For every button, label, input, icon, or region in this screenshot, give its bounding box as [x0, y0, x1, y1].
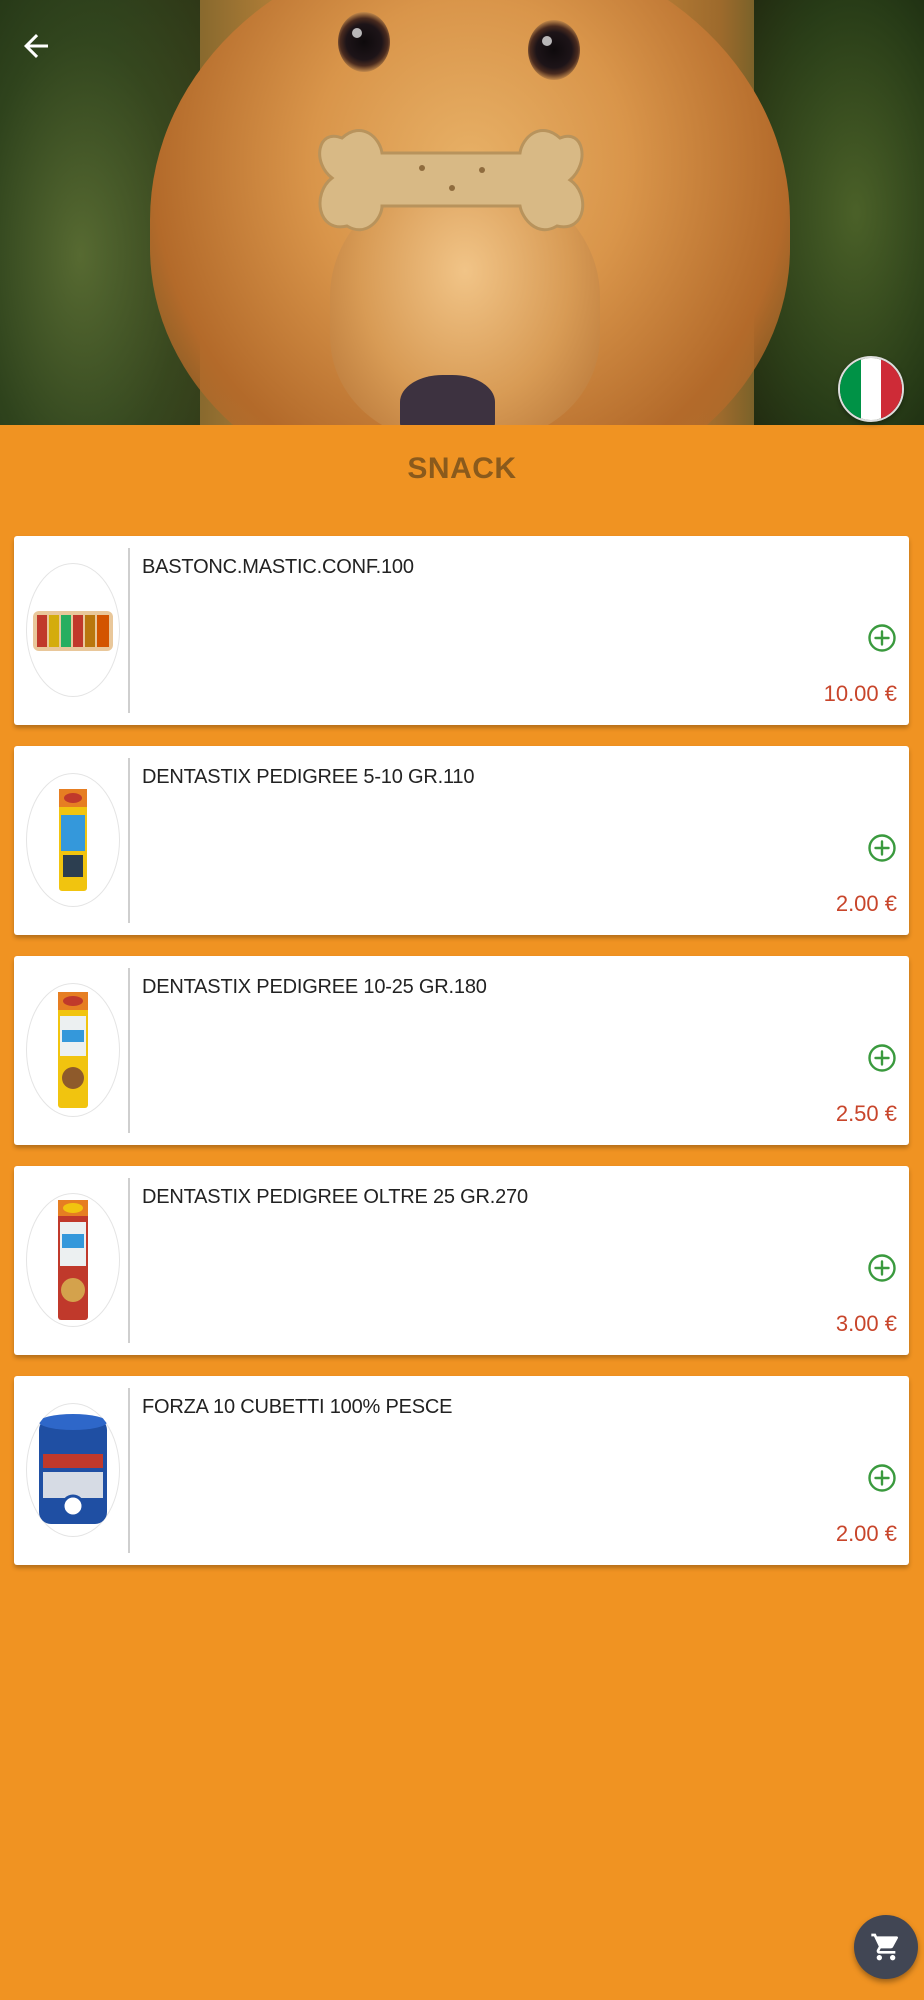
plus-circle-icon[interactable] — [867, 833, 897, 863]
italy-flag-icon[interactable] — [838, 356, 904, 422]
product-name: BASTONC.MASTIC.CONF.100 — [142, 556, 414, 578]
product-image — [26, 1403, 120, 1537]
product-list-screen: SNACK BASTONC.MASTIC.CONF.100 10.00 € DE… — [0, 0, 924, 2000]
product-image — [26, 563, 120, 697]
card-divider — [128, 758, 130, 923]
product-card[interactable]: DENTASTIX PEDIGREE OLTRE 25 GR.270 3.00 … — [14, 1166, 909, 1355]
hero-dog-eye-right — [528, 20, 580, 80]
card-divider — [128, 968, 130, 1133]
forza10-tub-icon — [39, 1414, 107, 1524]
product-image — [26, 773, 120, 907]
shopping-cart-icon — [871, 1933, 899, 1961]
chew-sticks-pack-icon — [33, 611, 113, 651]
hero-dog-nose — [400, 375, 495, 425]
bone-biscuit-icon — [318, 129, 585, 232]
plus-circle-icon[interactable] — [867, 1253, 897, 1283]
product-image — [26, 983, 120, 1117]
product-card[interactable]: FORZA 10 CUBETTI 100% PESCE 2.00 € — [14, 1376, 909, 1565]
arrow-left-icon — [24, 34, 48, 58]
card-divider — [128, 1178, 130, 1343]
product-name: DENTASTIX PEDIGREE OLTRE 25 GR.270 — [142, 1186, 528, 1208]
product-card[interactable]: DENTASTIX PEDIGREE 5-10 GR.110 2.00 € — [14, 746, 909, 935]
product-price: 3.00 € — [835, 1311, 897, 1336]
category-title: SNACK — [407, 452, 517, 485]
dentastix-pack-icon — [58, 992, 88, 1108]
product-price: 2.50 € — [835, 1101, 897, 1126]
product-name: FORZA 10 CUBETTI 100% PESCE — [142, 1396, 453, 1418]
card-divider — [128, 548, 130, 713]
hero-dog-eye-left — [338, 12, 390, 72]
card-divider — [128, 1388, 130, 1553]
product-price: 2.00 € — [835, 1521, 897, 1546]
product-image — [26, 1193, 120, 1327]
plus-circle-icon[interactable] — [867, 1043, 897, 1073]
back-button[interactable] — [10, 20, 62, 72]
plus-circle-icon[interactable] — [867, 1463, 897, 1493]
product-price: 10.00 € — [823, 681, 897, 706]
cart-button[interactable] — [854, 1915, 918, 1979]
product-name: DENTASTIX PEDIGREE 5-10 GR.110 — [142, 766, 475, 788]
dentastix-pack-icon — [59, 789, 87, 891]
hero-image — [0, 0, 924, 425]
product-name: DENTASTIX PEDIGREE 10-25 GR.180 — [142, 976, 487, 998]
product-card[interactable]: DENTASTIX PEDIGREE 10-25 GR.180 2.50 € — [14, 956, 909, 1145]
product-price: 2.00 € — [835, 891, 897, 916]
dentastix-pack-icon — [58, 1200, 88, 1320]
plus-circle-icon[interactable] — [867, 623, 897, 653]
product-card[interactable]: BASTONC.MASTIC.CONF.100 10.00 € — [14, 536, 909, 725]
